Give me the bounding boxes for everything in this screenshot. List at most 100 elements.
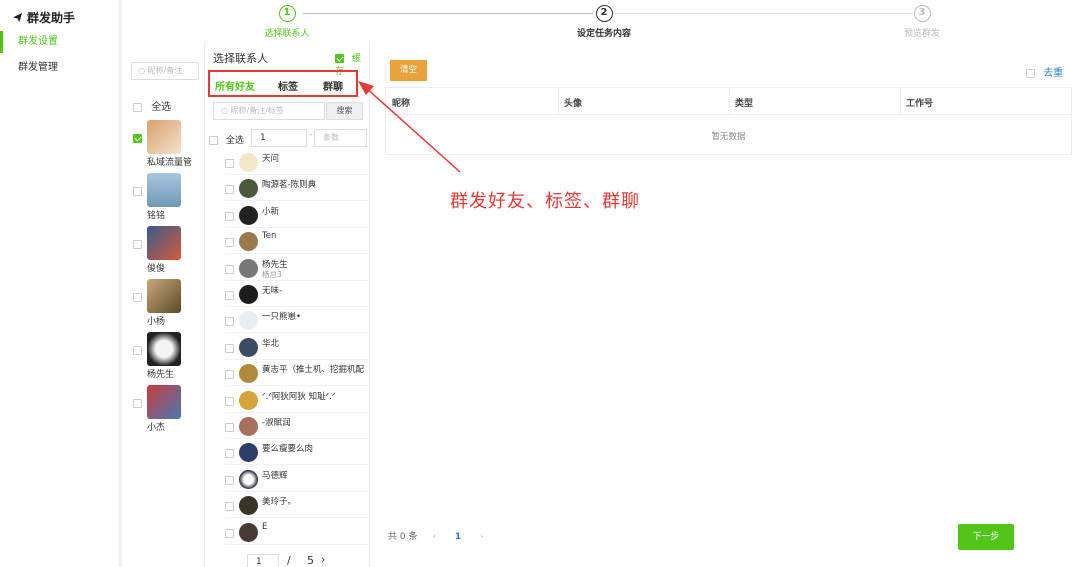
next-page-icon[interactable]: › [480, 532, 484, 542]
friend-checkbox[interactable] [225, 238, 234, 247]
friend-row[interactable]: 无味- [225, 281, 368, 307]
friend-checkbox[interactable] [225, 476, 234, 485]
column-header-work-account[interactable]: 工作号 [906, 96, 933, 109]
contact-item[interactable]: 小杰 [133, 385, 203, 435]
contact-checkbox[interactable] [133, 293, 142, 302]
dedup-checkbox[interactable] [1026, 68, 1035, 78]
avatar [239, 232, 258, 251]
step-3[interactable]: 3 预览群发 [862, 5, 982, 39]
avatar [147, 173, 181, 207]
contact-name: 铭铭 [147, 211, 166, 221]
friend-checkbox[interactable] [225, 185, 234, 194]
step-2-label: 设定任务内容 [576, 29, 631, 39]
avatar [239, 523, 258, 542]
contact-item[interactable]: 私域流量管 [133, 120, 203, 170]
clear-button[interactable]: 清空 [390, 60, 427, 81]
friend-checkbox[interactable] [225, 423, 234, 432]
friend-row[interactable]: -淑賦润 [225, 413, 368, 439]
friend-checkbox[interactable] [225, 344, 234, 353]
sidebar-item-broadcast-management[interactable]: 群发管理 [0, 57, 119, 79]
annotation-text: 群发好友、标签、群聊 [450, 191, 640, 212]
friend-row[interactable]: 一只熊崽• [225, 307, 368, 333]
friends-panel-title: 选择联系人 [213, 52, 268, 65]
select-all-checkbox[interactable] [133, 102, 142, 112]
tab-tags[interactable]: 标签 [278, 78, 298, 93]
contact-checkbox[interactable] [133, 399, 142, 408]
friends-select-all[interactable]: 全选 [209, 133, 244, 146]
friend-row[interactable]: ᐟ.ᐟ阿狄阿狄 知耻ᐟ.ᐟ [225, 387, 368, 413]
friend-name: E [262, 522, 268, 532]
app-title: 群发助手 [12, 9, 75, 26]
friend-name: 黄志平（推土机、挖掘机配 [262, 365, 365, 375]
contact-checkbox[interactable] [133, 187, 142, 196]
friend-checkbox[interactable] [225, 370, 234, 379]
column-divider [729, 88, 730, 115]
avatar [147, 332, 181, 366]
contacts-search-input[interactable]: ○ 昵称/备注 [131, 62, 199, 80]
friend-checkbox[interactable] [225, 502, 234, 511]
current-page[interactable]: 1 [455, 532, 461, 542]
friend-row[interactable]: 陶源茗-陈则典 [225, 175, 368, 201]
avatar [239, 179, 258, 198]
contact-item[interactable]: 铭铭 [133, 173, 203, 223]
step-3-label: 预览群发 [903, 29, 940, 39]
friend-row[interactable]: 马德辉 [225, 466, 368, 492]
stepper: 1 选择联系人 2 设定任务内容 3 预览群发 [125, 0, 1080, 42]
friend-checkbox[interactable] [225, 397, 234, 406]
friend-name: 要么瘦要么肉 [262, 444, 314, 454]
friend-checkbox[interactable] [225, 265, 234, 274]
next-step-button[interactable]: 下一步 [958, 524, 1014, 550]
contacts-panel: ○ 昵称/备注 全选 私域流量管 铭铭 俊俊 小杨 杨先生 小杰 [125, 42, 205, 567]
friends-search-input[interactable]: ○ 昵称/备注/标签 [213, 102, 325, 120]
prev-page-icon[interactable]: ‹ [432, 532, 436, 542]
friend-row[interactable]: E [225, 519, 368, 545]
search-icon: ○ [138, 66, 145, 75]
contacts-search-placeholder: 昵称/备注 [147, 66, 183, 75]
contact-checkbox[interactable] [133, 240, 142, 249]
contact-checkbox[interactable] [133, 134, 142, 143]
friend-name: 马德辉 [262, 471, 288, 481]
cache-checkbox[interactable] [335, 54, 344, 63]
step-2[interactable]: 2 设定任务内容 [544, 5, 664, 39]
contacts-select-all[interactable]: 全选 [133, 98, 171, 113]
avatar [147, 120, 181, 154]
tab-groups[interactable]: 群聊 [323, 78, 343, 93]
friend-checkbox[interactable] [225, 159, 234, 168]
step-1-label: 选择联系人 [264, 29, 310, 39]
friends-panel: 选择联系人 缓存 所有好友 标签 群聊 ○ 昵称/备注/标签 搜索 全选 1 -… [205, 42, 370, 567]
range-from-input[interactable]: 1 [251, 129, 307, 147]
contact-name: 小杨 [147, 317, 166, 327]
friend-name: 小新 [262, 207, 280, 217]
column-header-avatar[interactable]: 头像 [564, 96, 582, 109]
contact-checkbox[interactable] [133, 346, 142, 355]
friend-name: 无味- [262, 286, 283, 296]
next-page-icon[interactable]: › [321, 553, 325, 566]
friend-row[interactable]: Ten [225, 228, 368, 254]
contact-item[interactable]: 俊俊 [133, 226, 203, 276]
friend-checkbox[interactable] [225, 317, 234, 326]
step-1[interactable]: 1 选择联系人 [227, 5, 347, 39]
friend-row[interactable]: 华北 [225, 334, 368, 360]
select-all-label: 全选 [225, 136, 244, 146]
friend-row[interactable]: 黄志平（推土机、挖掘机配 [225, 360, 368, 386]
friend-row[interactable]: 要么瘦要么肉 [225, 439, 368, 465]
page-number-input[interactable]: 1 [247, 554, 279, 567]
select-all-checkbox[interactable] [209, 136, 218, 145]
friend-checkbox[interactable] [225, 212, 234, 221]
friend-row[interactable]: 天问 [225, 149, 368, 175]
friend-row[interactable]: 杨先生 杨总3 [225, 255, 368, 281]
column-header-nickname[interactable]: 昵称 [392, 96, 410, 109]
column-header-type[interactable]: 类型 [735, 96, 753, 109]
search-button[interactable]: 搜索 [326, 102, 363, 120]
sidebar-item-broadcast-settings[interactable]: 群发设置 [0, 31, 119, 53]
contact-item[interactable]: 杨先生 [133, 332, 203, 382]
friend-checkbox[interactable] [225, 449, 234, 458]
friend-row[interactable]: 美玲子。 [225, 492, 368, 518]
dedup-toggle[interactable]: 去重 [1026, 64, 1063, 79]
range-to-input[interactable]: 条数 [314, 129, 367, 147]
tab-all-friends[interactable]: 所有好友 [215, 78, 255, 93]
friend-checkbox[interactable] [225, 291, 234, 300]
contact-item[interactable]: 小杨 [133, 279, 203, 329]
friend-row[interactable]: 小新 [225, 202, 368, 228]
friend-checkbox[interactable] [225, 529, 234, 538]
